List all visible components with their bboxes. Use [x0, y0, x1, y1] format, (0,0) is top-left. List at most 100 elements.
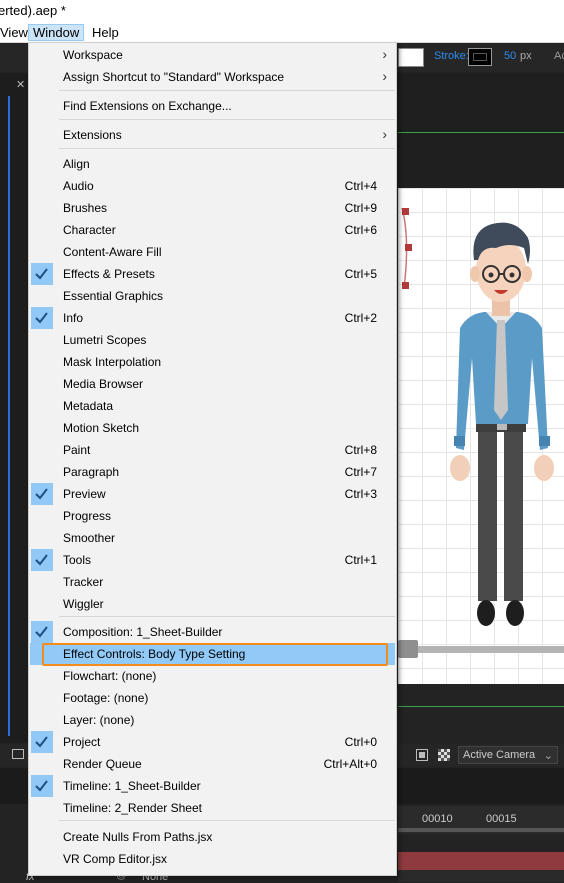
- chevron-right-icon: ›: [382, 68, 387, 84]
- menu-item-shortcut: Ctrl+1: [344, 553, 377, 567]
- monitor-icon[interactable]: [12, 749, 24, 759]
- checkmark-icon: [31, 549, 53, 571]
- character-illustration: [401, 207, 554, 626]
- menu-item-project[interactable]: Project Ctrl+0: [30, 731, 395, 753]
- menu-item-timeline-1-sheet-builder[interactable]: Timeline: 1_Sheet-Builder: [30, 775, 395, 797]
- menu-item-metadata[interactable]: Metadata: [30, 395, 395, 417]
- menu-item-progress[interactable]: Progress: [30, 505, 395, 527]
- menu-item-shortcut: Ctrl+2: [344, 311, 377, 325]
- menu-item-tools[interactable]: Tools Ctrl+1: [30, 549, 395, 571]
- menu-item-label: Tools: [63, 553, 92, 567]
- fill-color-swatch[interactable]: [398, 48, 424, 67]
- menu-item-flowchart-none[interactable]: Flowchart: (none): [30, 665, 395, 687]
- fill-stroke-controls: Stroke: 50 px Ac: [398, 47, 564, 67]
- menu-item-align[interactable]: Align: [30, 153, 395, 175]
- work-area-line-lower: [398, 706, 564, 707]
- menu-item-label: Wiggler: [63, 597, 104, 611]
- menu-item-label: Media Browser: [63, 377, 144, 391]
- checkmark-icon: [31, 621, 53, 643]
- menu-item-layer-none[interactable]: Layer: (none): [30, 709, 395, 731]
- menu-item-label: Footage: (none): [63, 691, 149, 705]
- toggle-mask-icon[interactable]: [416, 749, 428, 761]
- menu-item-motion-sketch[interactable]: Motion Sketch: [30, 417, 395, 439]
- ruler-bar: [398, 828, 564, 832]
- menu-item-assign-shortcut-to-standard-workspace[interactable]: Assign Shortcut to "Standard" Workspace ›: [30, 66, 395, 88]
- menu-separator: [59, 90, 395, 91]
- menu-separator: [59, 820, 395, 821]
- checkmark-icon: [31, 263, 53, 285]
- menu-item-find-extensions-on-exchange[interactable]: Find Extensions on Exchange...: [30, 95, 395, 117]
- menu-item-label: Create Nulls From Paths.jsx: [63, 830, 213, 844]
- camera-view-dropdown[interactable]: Active Camera ⌄: [458, 746, 558, 764]
- menu-item-vr-comp-editor-jsx[interactable]: VR Comp Editor.jsx: [30, 848, 395, 870]
- menu-item-lumetri-scopes[interactable]: Lumetri Scopes: [30, 329, 395, 351]
- menu-item-create-nulls-from-paths-jsx[interactable]: Create Nulls From Paths.jsx: [30, 826, 395, 848]
- menu-item-content-aware-fill[interactable]: Content-Aware Fill: [30, 241, 395, 263]
- menu-item-render-queue[interactable]: Render Queue Ctrl+Alt+0: [30, 753, 395, 775]
- menu-item-smoother[interactable]: Smoother: [30, 527, 395, 549]
- stroke-color-swatch[interactable]: [468, 48, 492, 66]
- menu-item-footage-none[interactable]: Footage: (none): [30, 687, 395, 709]
- transparency-grid-icon[interactable]: [438, 749, 450, 761]
- menu-item-label: Layer: (none): [63, 713, 135, 727]
- menu-item-label: Composition: 1_Sheet-Builder: [63, 625, 223, 639]
- menu-separator: [59, 119, 395, 120]
- menu-item-shortcut: Ctrl+7: [344, 465, 377, 479]
- menu-window[interactable]: Window: [28, 24, 85, 41]
- menu-item-label: Flowchart: (none): [63, 669, 157, 683]
- stroke-width-value[interactable]: 50: [504, 50, 516, 62]
- ruler-label: 00010: [422, 813, 453, 825]
- close-icon[interactable]: ✕: [16, 78, 25, 91]
- add-label-cut[interactable]: Ac: [554, 50, 564, 62]
- menu-item-effect-controls-body-type-setting[interactable]: Effect Controls: Body Type Setting: [30, 643, 395, 665]
- menu-item-preview[interactable]: Preview Ctrl+3: [30, 483, 395, 505]
- menu-item-essential-graphics[interactable]: Essential Graphics: [30, 285, 395, 307]
- title-bar: erted).aep *: [0, 0, 564, 23]
- menu-item-label: Smoother: [63, 531, 116, 545]
- window-menu-dropdown: Workspace › Assign Shortcut to "Standard" …: [28, 42, 397, 876]
- layer-duration-bar[interactable]: [398, 852, 564, 870]
- timeline-zoom-knob[interactable]: [398, 640, 418, 658]
- work-area-line: [398, 132, 564, 133]
- menu-bar: View Window Help: [0, 23, 564, 43]
- timeline-zoom-track[interactable]: [398, 646, 564, 653]
- menu-item-effects-presets[interactable]: Effects & Presets Ctrl+5: [30, 263, 395, 285]
- stroke-label[interactable]: Stroke:: [434, 50, 469, 62]
- menu-item-label: Workspace: [63, 48, 123, 62]
- menu-item-character[interactable]: Character Ctrl+6: [30, 219, 395, 241]
- stroke-width-unit: px: [520, 50, 532, 62]
- menu-item-brushes[interactable]: Brushes Ctrl+9: [30, 197, 395, 219]
- menu-item-timeline-2-render-sheet[interactable]: Timeline: 2_Render Sheet: [30, 797, 395, 819]
- menu-item-mask-interpolation[interactable]: Mask Interpolation: [30, 351, 395, 373]
- menu-item-label: Info: [63, 311, 84, 325]
- menu-item-label: Preview: [63, 487, 106, 501]
- menu-item-media-browser[interactable]: Media Browser: [30, 373, 395, 395]
- menu-item-label: Paragraph: [63, 465, 120, 479]
- menu-item-workspace[interactable]: Workspace ›: [30, 44, 395, 66]
- menu-item-shortcut: Ctrl+3: [344, 487, 377, 501]
- menu-item-wiggler[interactable]: Wiggler: [30, 593, 395, 615]
- menu-item-label: Effects & Presets: [63, 267, 155, 281]
- checkmark-icon: [31, 307, 53, 329]
- menu-item-tracker[interactable]: Tracker: [30, 571, 395, 593]
- composition-panel-header: [398, 73, 564, 188]
- menu-item-paint[interactable]: Paint Ctrl+8: [30, 439, 395, 461]
- menu-item-shortcut: Ctrl+Alt+0: [323, 757, 377, 771]
- checkmark-icon: [31, 775, 53, 797]
- menu-item-label: Lumetri Scopes: [63, 333, 147, 347]
- menu-item-paragraph[interactable]: Paragraph Ctrl+7: [30, 461, 395, 483]
- menu-item-label: Find Extensions on Exchange...: [63, 99, 232, 113]
- menu-help[interactable]: Help: [88, 24, 123, 41]
- menu-item-label: Brushes: [63, 201, 108, 215]
- menu-item-shortcut: Ctrl+4: [344, 179, 377, 193]
- menu-item-shortcut: Ctrl+5: [344, 267, 377, 281]
- menu-item-info[interactable]: Info Ctrl+2: [30, 307, 395, 329]
- menu-item-audio[interactable]: Audio Ctrl+4: [30, 175, 395, 197]
- menu-item-composition-1-sheet-builder[interactable]: Composition: 1_Sheet-Builder: [30, 621, 395, 643]
- menu-item-extensions[interactable]: Extensions ›: [30, 124, 395, 146]
- menu-item-label: Content-Aware Fill: [63, 245, 162, 259]
- viewer-footer: [398, 684, 564, 744]
- menu-item-label: Paint: [63, 443, 91, 457]
- chevron-right-icon: ›: [382, 46, 387, 62]
- checkmark-icon: [31, 483, 53, 505]
